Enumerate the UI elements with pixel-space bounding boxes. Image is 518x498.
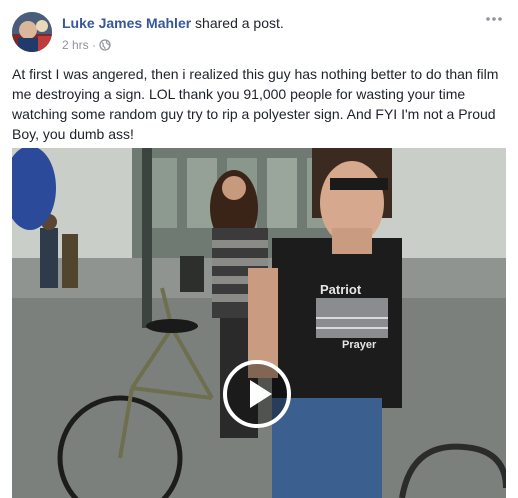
timestamp[interactable]: 2 hrs [62,38,89,52]
post-body-text: At first I was angered, then i realized … [12,66,499,142]
video-frame: Patriot Prayer [12,148,506,498]
video-player[interactable]: Patriot Prayer [12,148,506,498]
shirt-text-line1: Patriot [320,282,362,297]
play-button[interactable] [223,360,291,428]
author-name-link[interactable]: Luke James Mahler [62,15,191,31]
post-meta: 2 hrs · [62,36,112,53]
globe-icon[interactable] [99,39,112,51]
shirt-text-line2: Prayer [342,339,377,351]
meta-separator: · [88,37,100,52]
post-action-text: shared a post. [191,15,284,31]
play-icon [250,380,272,408]
post-card: Luke James Mahler shared a post. 2 hrs ·… [0,0,518,498]
author-avatar[interactable] [12,12,52,52]
more-options-icon[interactable] [484,10,504,28]
author-line: Luke James Mahler shared a post. [62,14,284,32]
